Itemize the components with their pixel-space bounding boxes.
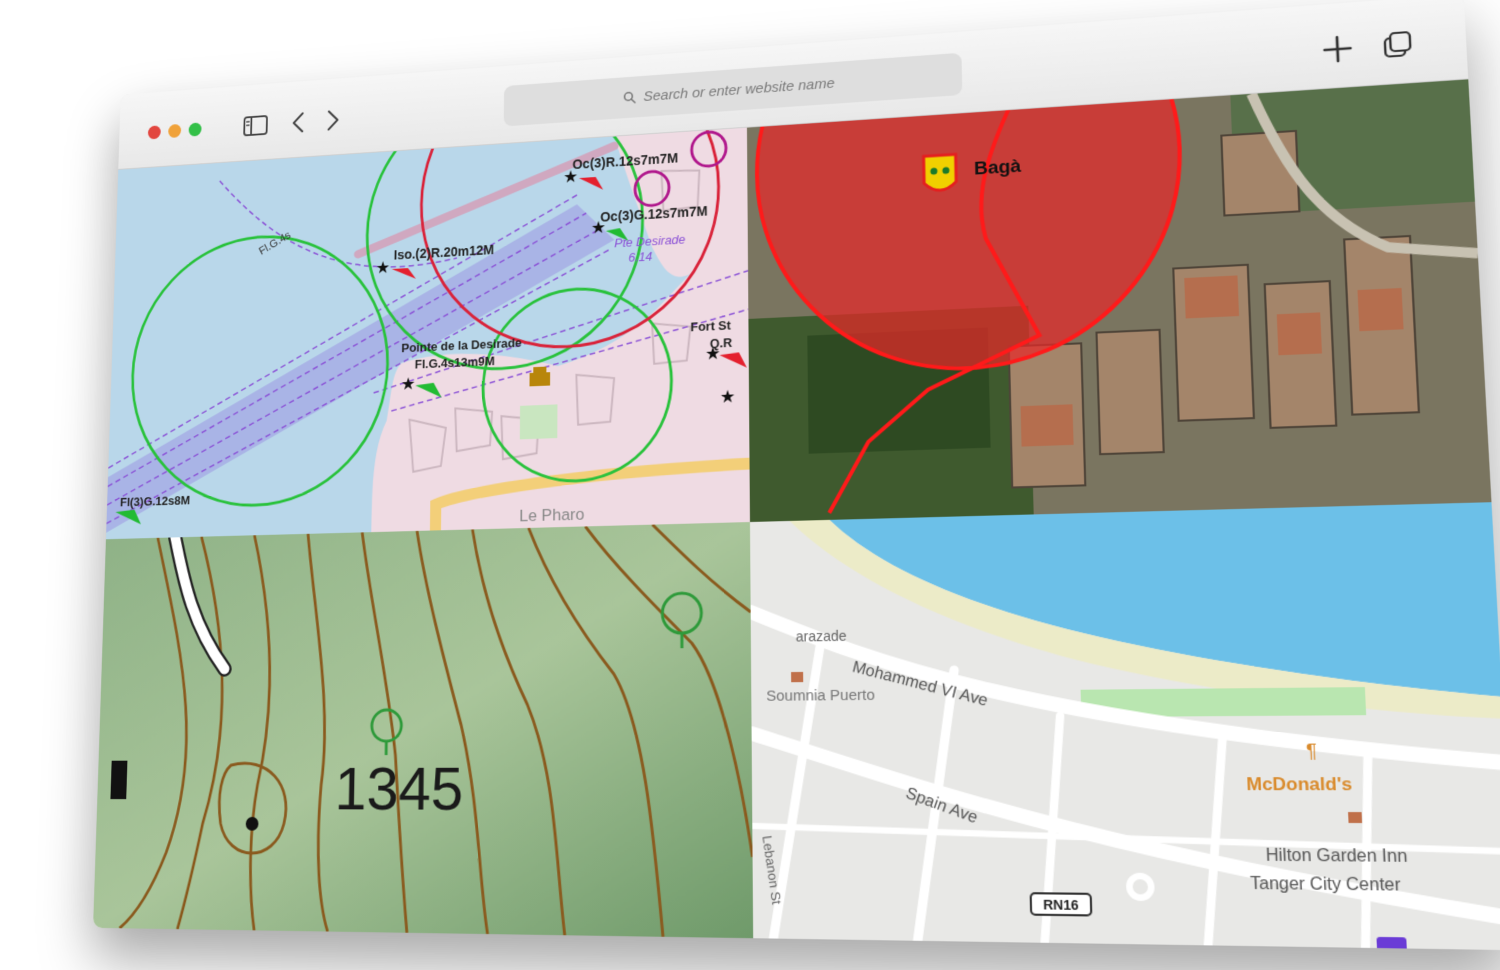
restaurant-icon: ¶ (1306, 740, 1318, 762)
close-window-button[interactable] (147, 125, 161, 140)
lighthouse-label: Le Pharo (519, 506, 584, 525)
maximize-window-button[interactable] (188, 122, 202, 137)
address-bar[interactable]: Search or enter website name (503, 52, 963, 127)
area-value: 6.14 (628, 249, 652, 264)
bottom-light-label: Fl(3)G.12s8M (120, 493, 190, 509)
minimize-window-button[interactable] (168, 123, 182, 139)
nautical-chart[interactable]: ★ ★ ★ ★ ★ ★ Oc(3)R.12s7m7M Oc(3)G.12s7m7… (105, 127, 750, 540)
hotel2-label-line2: Tanger City Center (1250, 874, 1401, 895)
forward-icon[interactable] (314, 101, 350, 140)
address-placeholder: Search or enter website name (643, 74, 835, 105)
svg-text:★: ★ (375, 258, 390, 277)
map-grid: ★ ★ ★ ★ ★ ★ Oc(3)R.12s7m7M Oc(3)G.12s7m7… (93, 79, 1500, 951)
topographic-map[interactable]: 1345 (93, 522, 754, 939)
fort-light-label: Q.R (710, 336, 733, 351)
back-icon[interactable] (281, 103, 317, 141)
svg-text:★: ★ (720, 387, 736, 407)
top-left-street-label: arazade (796, 628, 847, 645)
restaurant-label: McDonald's (1246, 775, 1353, 795)
tab-overview-icon[interactable] (1375, 23, 1421, 66)
search-icon (623, 90, 636, 104)
hotel2-label-line1: Hilton Garden Inn (1265, 846, 1407, 867)
satellite-map[interactable]: Bagà (746, 79, 1492, 523)
road-shield-label: RN16 (1043, 897, 1079, 913)
sidebar-toggle-icon[interactable] (238, 107, 273, 145)
street-map[interactable]: ¶ arazade Mohammed VI Ave Spain Ave Leba… (749, 502, 1500, 951)
fort-label: Fort St (690, 318, 730, 334)
browser-window: Search or enter website name ★ ★ ★ ★ ★ ★… (93, 0, 1500, 951)
elevation-label: 1345 (334, 755, 463, 824)
place-name-label: Bagà (974, 155, 1022, 179)
new-tab-icon[interactable] (1315, 28, 1360, 71)
svg-text:★: ★ (401, 374, 416, 394)
hotel1-label: Soumnia Puerto (766, 686, 875, 704)
